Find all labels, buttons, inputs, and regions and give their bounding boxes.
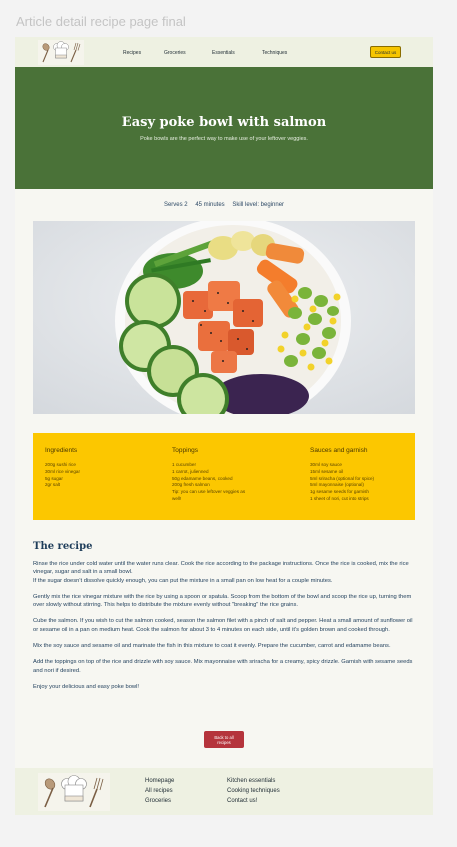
footer-link-groceries[interactable]: Groceries [145,796,174,806]
sauce-item: 5ml sriracha (optional for spice) [310,475,375,481]
hero-subtitle: Poke bowls are the perfect way to make u… [140,136,308,142]
footer-links-secondary: Kitchen essentials Cooking techniques Co… [227,776,280,806]
contact-us-button[interactable]: Contact us [370,46,401,58]
site-header: Recipes Groceries Essentials Techniques … [15,37,433,67]
recipe-body: Rinse the rice under cold water until th… [33,560,415,699]
topping-item: 200g fresh salmon [172,482,210,488]
topping-item: 1 carrot, julienned [172,468,209,474]
footer-links-primary: Homepage All recipes Groceries [145,776,174,806]
sauce-item: 30ml soy sauce [310,462,342,467]
chef-logo-icon[interactable] [38,773,110,811]
sauces-heading: Sauces and garnish [310,447,368,454]
footer-link-homepage[interactable]: Homepage [145,776,174,786]
recipe-step: Gently mix the rice vinegar mixture with… [33,593,412,609]
footer-link-kitchen-essentials[interactable]: Kitchen essentials [227,776,280,786]
frame-title: Article detail recipe page final [16,14,186,29]
ingredient-item: 200g sushi rice [45,462,76,467]
nav-groceries[interactable]: Groceries [164,50,186,56]
footer-link-contact[interactable]: Contact us! [227,796,280,806]
footer-link-cooking-techniques[interactable]: Cooking techniques [227,786,280,796]
recipe-step: Cube the salmon. If you wish to cut the … [33,618,413,633]
topping-item: Tip: you can use leftover veggies as [172,489,246,495]
ingredients-panel: Ingredients 200g sushi rice 30ml rice vi… [33,433,415,520]
back-to-recipes-button[interactable]: Back to all recipes [204,731,244,748]
hero-banner: Easy poke bowl with salmon Poke bowls ar… [15,67,433,189]
recipe-closing: Enjoy your delicious and easy poke bowl! [33,683,140,690]
serves-info: Serves 2 [163,202,188,208]
site-footer: Homepage All recipes Groceries Kitchen e… [15,768,433,815]
sauce-item: 15ml sesame oil [310,468,344,474]
nav-essentials[interactable]: Essentials [212,50,235,56]
toppings-column: Toppings 1 cucumber 1 carrot, julienned … [172,447,282,503]
topping-item: 1 cucumber [172,462,197,467]
ingredient-item: 30ml rice vinegar [45,468,80,474]
poke-bowl-illustration [33,221,415,414]
ingredient-item: 5g sugar [45,475,63,481]
recipe-step: Rinse the rice under cold water until th… [33,561,409,584]
page-title: Easy poke bowl with salmon [121,115,327,130]
topping-item: well! [172,495,182,501]
time-info: 45 minutes [195,202,225,208]
nav-techniques[interactable]: Techniques [262,50,287,56]
recipe-step: Mix the soy sauce and sesame oil and mar… [33,643,391,650]
sauce-item: 5ml mayonnaise (optional) [310,482,364,488]
skill-info: Skill level: beginner [232,202,285,208]
footer-link-all-recipes[interactable]: All recipes [145,786,174,796]
nav-recipes[interactable]: Recipes [123,50,141,56]
chef-logo-icon[interactable] [38,40,84,65]
ingredients-column: Ingredients 200g sushi rice 30ml rice vi… [45,447,155,489]
sauce-item: 1g sesame seeds for garnish [310,489,369,495]
ingredients-heading: Ingredients [45,447,78,454]
poke-bowl-photo [33,221,415,414]
recipe-meta: Serves 2 45 minutes Skill level: beginne… [15,202,433,208]
sauce-item: 1 sheet of nori, cut into strips [310,495,369,501]
recipe-step: Add the toppings on top of the rice and … [33,659,413,674]
toppings-heading: Toppings [172,447,199,454]
recipe-page: Recipes Groceries Essentials Techniques … [15,37,433,815]
recipe-heading: The recipe [33,541,93,552]
ingredient-item: 2gr salt [45,482,61,488]
topping-item: 50g edamame beans, cooked [172,475,233,481]
sauces-column: Sauces and garnish 30ml soy sauce 15ml s… [310,447,410,503]
